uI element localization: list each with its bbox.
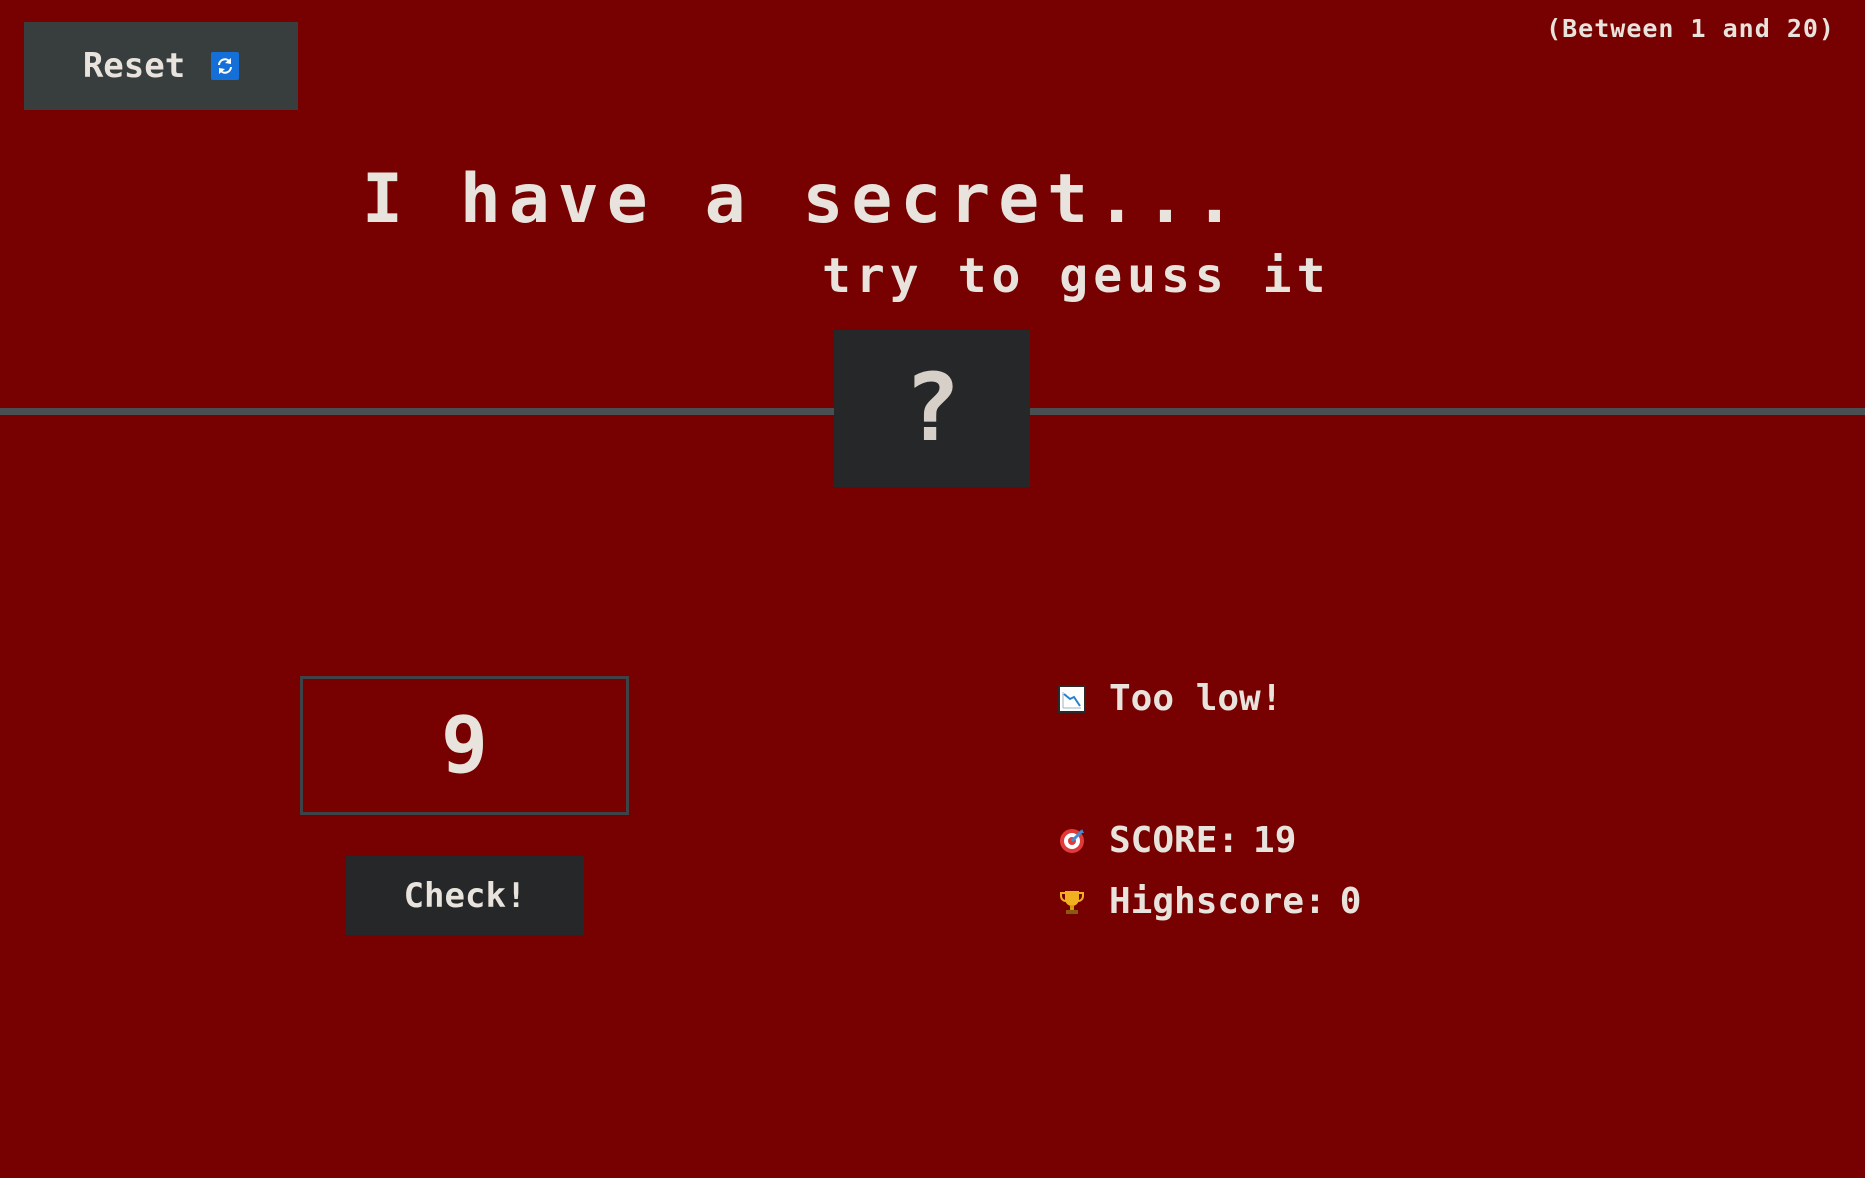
highscore-label: Highscore: xyxy=(1109,881,1326,922)
feedback-message-text: Too low! xyxy=(1109,678,1283,719)
refresh-icon xyxy=(211,52,240,80)
score-display: SCORE: 19 xyxy=(1057,820,1296,861)
page-subtitle: try to geuss it xyxy=(822,248,1331,304)
reset-label: Reset xyxy=(82,46,186,86)
secret-number-display: ? xyxy=(834,330,1030,487)
page-title: I have a secret... xyxy=(362,160,1243,239)
trophy-icon xyxy=(1057,887,1087,917)
score-value: 19 xyxy=(1253,820,1297,861)
reset-button[interactable]: Reset xyxy=(24,22,298,110)
secret-number-text: ? xyxy=(903,354,961,463)
score-label: SCORE: xyxy=(1109,820,1240,861)
range-hint: (Between 1 and 20) xyxy=(1546,14,1835,43)
guess-input[interactable] xyxy=(300,676,629,815)
highscore-display: Highscore: 0 xyxy=(1057,881,1361,922)
check-button[interactable]: Check! xyxy=(346,856,584,935)
chart-decreasing-icon xyxy=(1057,684,1087,714)
target-icon xyxy=(1057,826,1087,856)
feedback-message: Too low! xyxy=(1057,678,1282,719)
highscore-value: 0 xyxy=(1339,881,1362,922)
